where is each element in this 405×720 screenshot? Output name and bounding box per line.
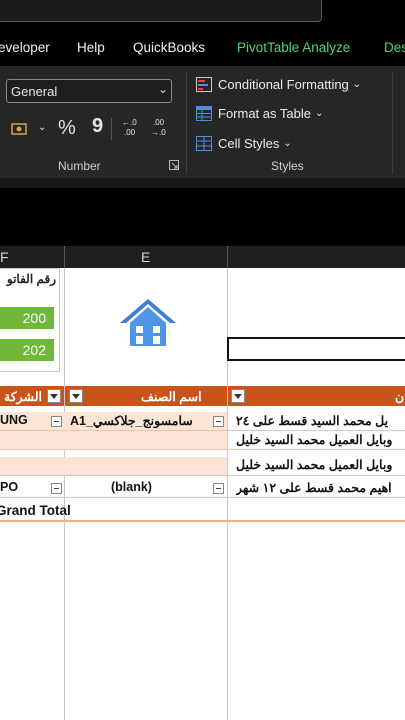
divider	[111, 118, 112, 140]
percent-button[interactable]: %	[58, 117, 76, 140]
group-separator	[392, 72, 393, 174]
collapse-icon[interactable]	[213, 483, 224, 494]
collapse-icon[interactable]	[213, 416, 224, 427]
formula-bar-area	[0, 188, 405, 246]
group-separator	[186, 72, 187, 174]
chevron-down-icon: ⌄	[352, 78, 362, 90]
filter-dropdown-icon[interactable]	[47, 389, 61, 403]
pivot-customer-cell[interactable]: يل محمد السيد قسط على ٢٤	[236, 413, 405, 428]
tab-pivottable-analyze[interactable]: PivotTable Analyze	[237, 40, 350, 55]
table-row	[0, 431, 227, 450]
column-header-f[interactable]: F	[0, 249, 9, 265]
tab-quickbooks[interactable]: QuickBooks	[133, 40, 205, 55]
svg-text:.00: .00	[153, 118, 165, 127]
pivot-header-company: الشركة	[4, 390, 42, 404]
column-separator[interactable]	[64, 246, 65, 268]
cell-styles-button[interactable]: Cell Styles ⌄	[196, 132, 292, 154]
collapse-icon[interactable]	[51, 483, 62, 494]
comma-style-button[interactable]: 9	[92, 115, 103, 138]
tab-help[interactable]: Help	[77, 40, 105, 55]
slicer-item-202[interactable]: 202	[0, 339, 54, 361]
decrease-decimal-button[interactable]: .00 →.0	[150, 117, 172, 140]
column-separator[interactable]	[227, 246, 228, 268]
format-as-table-icon	[196, 105, 212, 121]
increase-decimal-button[interactable]: ←.0.00	[120, 117, 142, 140]
cell-styles-label: Cell Styles	[218, 135, 280, 151]
currency-format-icon[interactable]	[11, 121, 33, 140]
pivot-company-cell[interactable]: UNG	[0, 413, 28, 427]
pivot-customer-cell[interactable]: اهيم محمد قسط على ١٢ شهر	[236, 480, 405, 495]
column-header-e[interactable]: E	[141, 249, 150, 265]
tab-design[interactable]: Des	[384, 40, 405, 55]
svg-text:←.0: ←.0	[122, 118, 137, 127]
svg-text:.00: .00	[124, 128, 136, 137]
slicer-item-200[interactable]: 200	[0, 307, 54, 329]
tab-developer[interactable]: eveloper	[0, 40, 50, 55]
ribbon-bottom-strip	[0, 178, 405, 188]
svg-text:→.0: →.0	[151, 128, 166, 137]
number-group-label: Number	[58, 159, 101, 173]
dialog-launcher-icon[interactable]	[169, 160, 179, 173]
chevron-down-icon[interactable]: ⌄	[158, 82, 168, 96]
grand-total-label[interactable]: Grand Total	[0, 503, 71, 518]
filter-dropdown-icon[interactable]	[231, 389, 245, 403]
search-textbox[interactable]	[227, 337, 405, 361]
chevron-down-icon: ⌄	[314, 107, 324, 119]
pivot-header-customer: ن	[395, 390, 405, 404]
pivot-header-customer-cell	[228, 386, 405, 406]
conditional-formatting-icon	[196, 76, 212, 92]
chevron-down-icon: ⌄	[283, 137, 292, 149]
cell-styles-icon	[196, 135, 212, 151]
format-as-table-label: Format as Table	[218, 105, 311, 121]
collapse-icon[interactable]	[51, 416, 62, 427]
format-as-table-button[interactable]: Format as Table ⌄	[196, 102, 323, 124]
home-icon[interactable]	[118, 296, 178, 350]
conditional-formatting-button[interactable]: Conditional Formatting ⌄	[196, 73, 361, 95]
chevron-down-icon[interactable]: ⌄	[38, 122, 46, 133]
conditional-formatting-label: Conditional Formatting	[218, 76, 349, 92]
column-header-strip	[0, 246, 405, 269]
pivot-customer-cell[interactable]: وبايل العميل محمد السيد خليل	[236, 432, 405, 447]
pivot-header-item: اسم الصنف	[141, 390, 202, 404]
pivot-item-cell[interactable]: سامسونج_جلاكسي_A1	[70, 413, 208, 428]
invoice-slicer-title: رقم الفاتو	[6, 272, 56, 286]
pivot-item-cell[interactable]: (blank)	[111, 480, 152, 494]
filter-dropdown-icon[interactable]	[69, 389, 83, 403]
table-row	[0, 457, 227, 476]
styles-group-label: Styles	[271, 159, 304, 173]
pivot-customer-cell[interactable]: وبايل العميل محمد السيد خليل	[236, 457, 405, 472]
pivot-company-cell[interactable]: PO	[0, 480, 18, 494]
number-format-value: General	[11, 84, 58, 99]
search-box[interactable]	[0, 0, 322, 22]
